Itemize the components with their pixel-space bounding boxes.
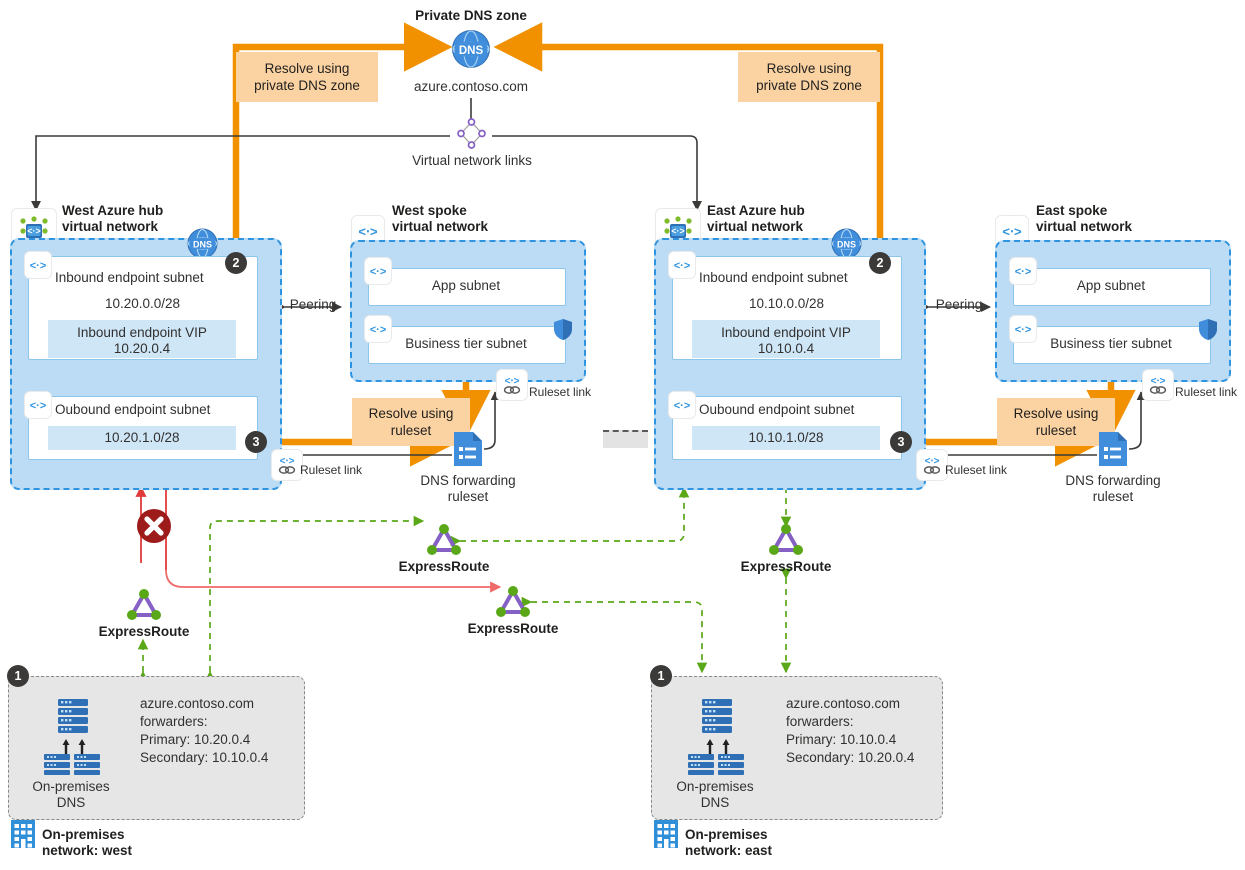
svg-text:<·>: <·> [370,266,387,278]
virtual-network-link-icon [456,118,487,154]
expressroute-icon [426,523,462,562]
onprem-east-forwarders-sub: forwarders: [786,714,854,729]
east-spoke-business-subnet-label: Business tier subnet [1050,336,1172,351]
expressroute-icon [495,585,531,624]
east-hub-badge-3: 3 [890,431,912,453]
east-hub-ruleset-link-label: Ruleset link [945,463,1008,477]
west-peering-label: Peering [289,297,337,312]
dns-server-icon [680,697,750,780]
subnet-icon: <·> [25,392,51,418]
west-ruleset-name: DNS forwarding ruleset [420,473,516,504]
west-hub-ruleset-link-label: Ruleset link [300,463,363,477]
svg-text:<·>: <·> [1015,266,1032,278]
west-spoke-business-subnet-label: Business tier subnet [405,336,527,351]
expressroute-icon [768,523,804,562]
callout-east-private-dns-zone: Resolve using private DNS zone [738,52,880,102]
svg-text:<·>: <·> [671,226,685,236]
dns-forwarding-ruleset-icon [452,430,484,473]
onprem-box-fragment [603,430,648,448]
blocked-x-icon [136,508,172,549]
subnet-icon: <·> [669,392,695,418]
svg-text:<‧>: <‧> [1002,224,1022,239]
expressroute-west-lower-label: ExpressRoute [98,624,190,639]
west-spoke-title: West spoke virtual network [392,203,489,234]
on-premises-building-icon [10,819,36,854]
private-dns-zone-title: Private DNS zone [415,8,527,23]
svg-text:<‧>: <‧> [925,456,940,467]
dns-server-icon [36,697,106,780]
west-inbound-cidr: 10.20.0.0/28 [104,296,181,311]
expressroute-center-label: ExpressRoute [398,559,490,574]
east-peering-label: Peering [935,297,983,312]
west-inbound-subnet-label: Inbound endpoint subnet [55,270,204,285]
svg-text:<‧>: <‧> [280,456,295,467]
east-vip-label: Inbound endpoint VIP [721,325,851,340]
west-hub-badge-2: 2 [225,252,247,274]
east-outbound-cidr: 10.10.1.0/28 [748,430,824,445]
east-ruleset-name: DNS forwarding ruleset [1065,473,1161,504]
onprem-east-primary: Primary: 10.10.0.4 [786,732,897,747]
onprem-west-forwarders-sub: forwarders: [140,714,208,729]
ruleset-link-icon: <‧> [272,450,302,480]
east-spoke-app-subnet-label: App subnet [1076,278,1146,293]
east-vip-address: 10.10.0.4 [757,341,815,356]
callout-west-private-dns-zone: Resolve using private DNS zone [236,52,378,102]
west-outbound-subnet-label: Oubound endpoint subnet [55,402,211,417]
security-shield-icon [1198,318,1218,346]
virtual-network-links-label: Virtual network links [412,153,532,168]
onprem-west-primary: Primary: 10.20.0.4 [140,732,251,747]
expressroute-east-label: ExpressRoute [740,559,832,574]
west-outbound-cidr: 10.20.1.0/28 [104,430,180,445]
svg-text:<·>: <·> [674,400,691,412]
onprem-east-dns-label: On-premises DNS [676,779,754,810]
ruleset-link-icon: <‧> [1143,370,1173,400]
dns-zone-name: azure.contoso.com [413,79,529,94]
subnet-icon: <·> [669,252,695,278]
east-inbound-subnet-label: Inbound endpoint subnet [699,270,848,285]
east-outbound-subnet-label: Oubound endpoint subnet [699,402,855,417]
east-spoke-title: East spoke virtual network [1036,203,1133,234]
svg-text:DNS: DNS [837,239,856,249]
ruleset-link-icon: <‧> [497,370,527,400]
svg-text:<·>: <·> [1015,324,1032,336]
east-inbound-cidr: 10.10.0.0/28 [748,296,825,311]
dns-forwarding-ruleset-icon [1097,430,1129,473]
security-shield-icon [553,318,573,346]
svg-text:<·>: <·> [30,260,47,272]
onprem-west-network-label: On-premises network: west [42,827,133,858]
dns-globe-icon: DNS [450,28,492,75]
west-vip-label: Inbound endpoint VIP [77,325,207,340]
onprem-west-secondary: Secondary: 10.10.0.4 [140,750,269,765]
west-vip-address: 10.20.0.4 [113,341,171,356]
expressroute-west-mid-label: ExpressRoute [467,621,559,636]
onprem-west-badge-1: 1 [7,665,29,687]
svg-text:DNS: DNS [459,45,484,57]
onprem-east-forwarders-title: azure.contoso.com [786,696,901,711]
on-premises-building-icon [653,819,679,854]
svg-text:<‧>: <‧> [1151,376,1166,387]
subnet-icon: <·> [25,252,51,278]
svg-text:DNS: DNS [193,239,212,249]
east-spoke-ruleset-link-label: Ruleset link [1175,385,1238,399]
ruleset-link-icon: <‧> [917,450,947,480]
onprem-east-badge-1: 1 [650,665,672,687]
svg-text:<·>: <·> [30,400,47,412]
expressroute-icon [126,588,162,627]
west-spoke-ruleset-link-label: Ruleset link [529,385,592,399]
west-hub-badge-3: 3 [245,431,267,453]
onprem-west-forwarders-title: azure.contoso.com [140,696,255,711]
svg-text:<‧>: <‧> [358,224,378,239]
svg-text:<‧>: <‧> [505,376,520,387]
west-spoke-app-subnet-label: App subnet [431,278,501,293]
east-hub-badge-2: 2 [869,252,891,274]
svg-text:<·>: <·> [370,324,387,336]
svg-text:<·>: <·> [674,260,691,272]
onprem-east-network-label: On-premises network: east [685,827,773,858]
diagram-canvas: Private DNS zone DNS azure.contoso.com V… [0,0,1245,870]
onprem-west-dns-label: On-premises DNS [32,779,110,810]
onprem-east-secondary: Secondary: 10.20.0.4 [786,750,915,765]
svg-text:<·>: <·> [27,226,41,236]
